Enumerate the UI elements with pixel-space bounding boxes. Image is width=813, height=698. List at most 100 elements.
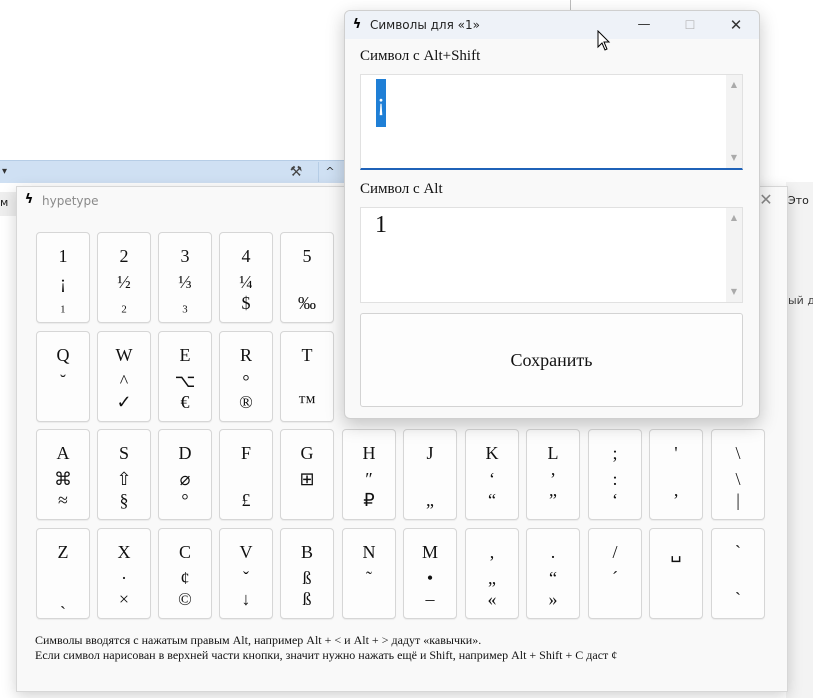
- selected-symbol: ¡: [376, 79, 386, 127]
- key-button[interactable]: J „: [403, 429, 457, 520]
- scrollbar[interactable]: ▲ ▼: [726, 75, 742, 168]
- alt-input[interactable]: 1 ▲ ▼: [360, 207, 743, 303]
- key-button[interactable]: Zˏ: [36, 528, 90, 619]
- key-button[interactable]: A ⌘ ≈: [36, 429, 90, 520]
- key-button[interactable]: C ¢ ©: [158, 528, 212, 619]
- tools-icon[interactable]: ⚒: [287, 163, 305, 181]
- key-main-char: 1: [58, 246, 68, 266]
- key-button[interactable]: Q ˘: [36, 331, 90, 422]
- key-main-char: Z: [57, 542, 69, 562]
- key-main-char: ,: [489, 542, 495, 562]
- key-button[interactable]: 3 ⅓₃: [158, 232, 212, 323]
- key-shift-symbol: ⌥: [174, 371, 196, 391]
- scroll-down-icon[interactable]: ▼: [726, 151, 742, 165]
- key-button[interactable]: X · ×: [97, 528, 151, 619]
- key-button[interactable]: H ″ ₽: [342, 429, 396, 520]
- alt-shift-input[interactable]: ¡ ▲ ▼: [360, 74, 743, 170]
- key-shift-symbol: \: [735, 469, 741, 489]
- key-alt-symbol: ’: [673, 490, 679, 510]
- key-alt-symbol: $: [241, 293, 251, 313]
- key-button[interactable]: 2 ½₂: [97, 232, 151, 323]
- key-main-char: H: [362, 443, 376, 463]
- key-button[interactable]: W ^ ✓: [97, 331, 151, 422]
- key-alt-symbol: ✓: [116, 392, 132, 412]
- key-main-char: S: [118, 443, 129, 463]
- save-button[interactable]: Сохранить: [360, 313, 743, 407]
- key-button[interactable]: K ‘“: [465, 429, 519, 520]
- background-left-tab: м: [0, 192, 16, 216]
- key-button[interactable]: / ´: [588, 528, 642, 619]
- key-main-char: ': [674, 443, 678, 463]
- key-button[interactable]: T ™: [280, 331, 334, 422]
- background-right-panel: Это ый ди: [786, 182, 813, 698]
- key-button[interactable]: L ’”: [526, 429, 580, 520]
- close-button[interactable]: ✕: [713, 11, 759, 39]
- dropdown-arrow-icon[interactable]: ▾: [2, 166, 7, 177]
- key-shift-symbol: „: [488, 568, 496, 588]
- key-main-char: \: [735, 443, 741, 463]
- scroll-up-icon[interactable]: ▲: [726, 78, 742, 92]
- key-button[interactable]: E ⌥ €: [158, 331, 212, 422]
- key-button[interactable]: F £: [219, 429, 273, 520]
- lightning-icon: ϟ: [352, 17, 362, 32]
- key-button[interactable]: ␣: [649, 528, 703, 619]
- key-button[interactable]: S ⇧ §: [97, 429, 151, 520]
- key-button[interactable]: M • –: [403, 528, 457, 619]
- scroll-up-icon[interactable]: ▲: [726, 211, 742, 225]
- key-button[interactable]: Bßß: [280, 528, 334, 619]
- key-shift-symbol: :: [612, 469, 618, 489]
- key-alt-symbol: °: [181, 490, 189, 510]
- key-alt-symbol: ®: [239, 392, 253, 412]
- key-button[interactable]: ;: ‘: [588, 429, 642, 520]
- key-button[interactable]: '’: [649, 429, 703, 520]
- key-button[interactable]: 5 ‰: [280, 232, 334, 323]
- minimize-button[interactable]: —: [621, 11, 667, 39]
- scroll-down-icon[interactable]: ▼: [726, 285, 742, 299]
- key-alt-symbol: ≈: [58, 490, 68, 510]
- background-left-text: м: [0, 196, 9, 209]
- key-button[interactable]: ` `: [711, 528, 765, 619]
- key-shift-symbol: ß: [302, 568, 312, 588]
- key-shift-symbol: ⅓: [178, 272, 192, 292]
- key-main-char: 5: [302, 246, 312, 266]
- alt-shift-label: Символ с Alt+Shift: [360, 48, 481, 64]
- key-alt-symbol: €: [180, 392, 190, 412]
- key-main-char: G: [300, 443, 314, 463]
- key-button[interactable]: D ⌀ °: [158, 429, 212, 520]
- key-alt-symbol: §: [119, 490, 129, 510]
- key-button[interactable]: V ˇ ↓: [219, 528, 273, 619]
- key-shift-symbol: ⌘: [54, 469, 72, 489]
- scrollbar[interactable]: ▲ ▼: [726, 208, 742, 302]
- key-main-char: ␣: [670, 542, 682, 562]
- key-main-char: E: [179, 345, 191, 365]
- key-shift-symbol: ⊞: [299, 469, 315, 489]
- key-alt-symbol: ß: [302, 589, 312, 609]
- dialog-title: Символы для «1»: [370, 18, 480, 32]
- key-main-char: B: [300, 542, 313, 562]
- collapse-caret-icon[interactable]: ^: [318, 162, 341, 182]
- key-main-char: N: [362, 542, 376, 562]
- key-main-char: F: [240, 443, 251, 463]
- key-alt-symbol: ↓: [241, 589, 251, 609]
- key-alt-symbol: ‰: [298, 293, 316, 313]
- key-button[interactable]: , „ «: [465, 528, 519, 619]
- key-shift-symbol: ‘: [489, 469, 495, 489]
- key-main-char: 2: [119, 246, 129, 266]
- key-button[interactable]: G ⊞: [280, 429, 334, 520]
- lightning-icon: ϟ: [24, 192, 34, 207]
- key-shift-symbol: ⌀: [179, 469, 191, 489]
- key-button[interactable]: R ° ®: [219, 331, 273, 422]
- key-main-char: R: [239, 345, 252, 365]
- key-shift-symbol: ¼: [239, 272, 253, 292]
- key-alt-symbol: ₃: [181, 293, 189, 313]
- hint-text: Символы вводятся с нажатым правым Alt, н…: [35, 633, 617, 663]
- key-button[interactable]: . “»: [526, 528, 580, 619]
- key-main-char: .: [550, 542, 556, 562]
- key-button[interactable]: 1 ¡ ₁: [36, 232, 90, 323]
- key-button[interactable]: \ \ |: [711, 429, 765, 520]
- key-alt-symbol: «: [487, 589, 497, 609]
- key-main-char: 4: [241, 246, 251, 266]
- key-button[interactable]: 4 ¼ $: [219, 232, 273, 323]
- maximize-button[interactable]: ☐: [667, 11, 713, 39]
- key-button[interactable]: N ˜: [342, 528, 396, 619]
